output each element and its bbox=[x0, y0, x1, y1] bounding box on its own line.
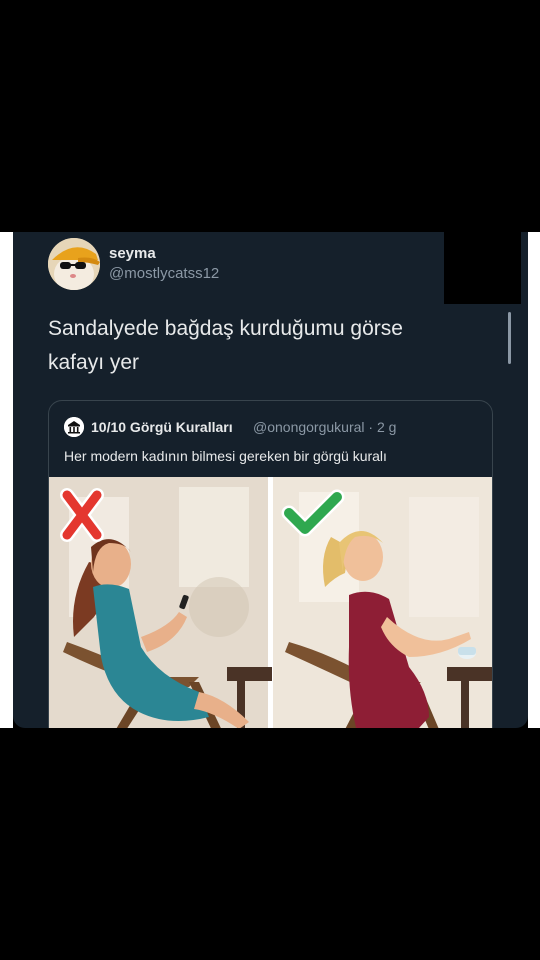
frame-left bbox=[0, 232, 13, 728]
avatar-cat-with-cap bbox=[48, 238, 100, 290]
tweet-card[interactable]: seyma @mostlycatss12 Sandalyede bağdaş k… bbox=[13, 232, 528, 728]
frame-right bbox=[528, 232, 540, 728]
redacted-area bbox=[444, 232, 521, 304]
quote-avatar[interactable] bbox=[64, 417, 84, 437]
author-handle[interactable]: @mostlycatss12 bbox=[109, 265, 219, 282]
quote-author-name[interactable]: 10/10 Görgü Kuralları bbox=[91, 419, 233, 435]
quote-image[interactable] bbox=[49, 477, 492, 728]
letterbox-bottom bbox=[0, 728, 540, 960]
temple-icon bbox=[64, 417, 84, 437]
quote-text: Her modern kadının bilmesi gereken bir g… bbox=[64, 448, 387, 464]
tweet-text-line: Sandalyede bağdaş kurduğumu görse bbox=[48, 317, 403, 340]
avatar[interactable] bbox=[48, 238, 100, 290]
author-name[interactable]: seyma bbox=[109, 245, 156, 262]
tweet-text: Sandalyede bağdaş kurduğumu görse kafayı… bbox=[48, 312, 448, 380]
quote-author-handle[interactable]: @onongorgukural · 2 g bbox=[253, 419, 396, 435]
tweet-text-line: kafayı yer bbox=[48, 351, 140, 374]
scroll-indicator[interactable] bbox=[508, 312, 511, 364]
letterbox-top bbox=[0, 0, 540, 232]
quoted-tweet[interactable]: 10/10 Görgü Kuralları @onongorgukural · … bbox=[48, 400, 493, 728]
